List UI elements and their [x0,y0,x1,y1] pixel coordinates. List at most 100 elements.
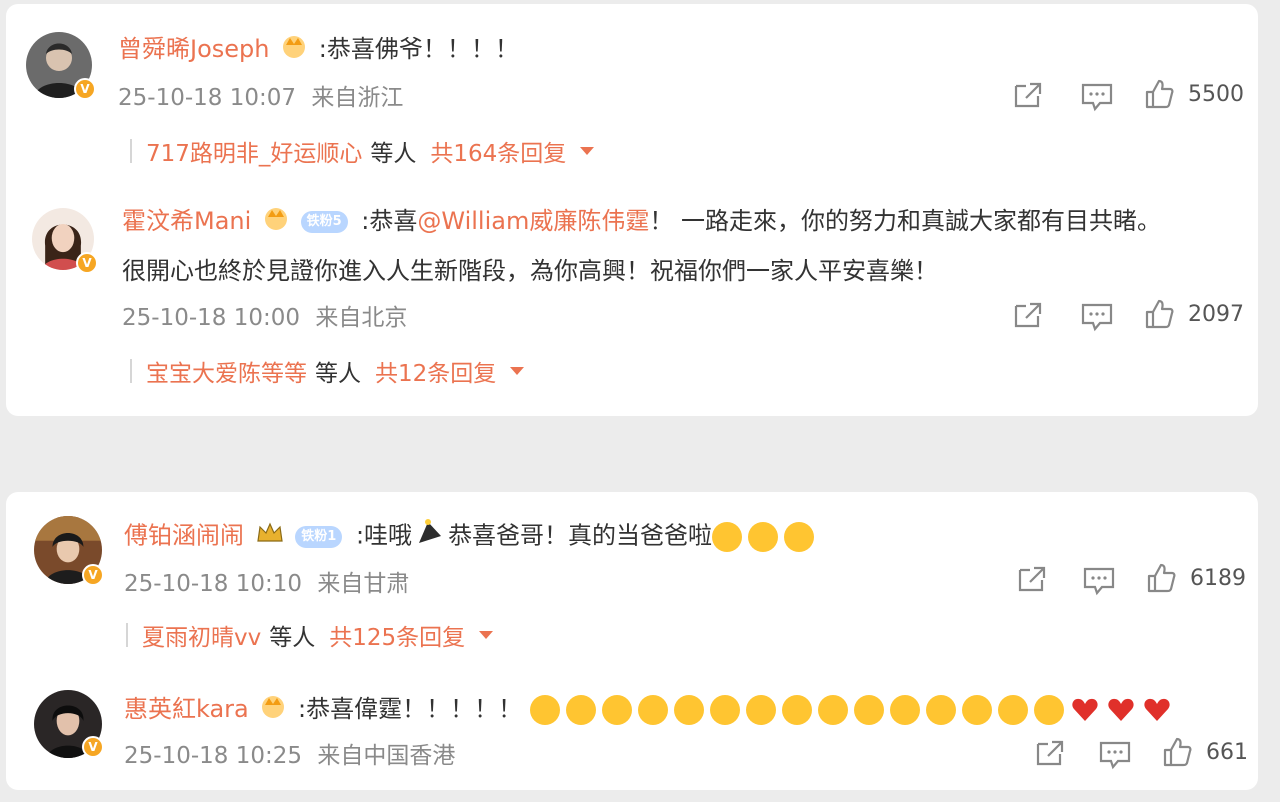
comment-card: V 曾舜晞Joseph :恭喜佛爷！！！！ 25-10-18 10:07 来自浙… [6,4,1258,416]
heart-icon [1142,695,1172,725]
username[interactable]: 曾舜晞Joseph [118,35,269,63]
share-icon [1036,740,1064,766]
reply-middle-text: 等人 [269,625,316,651]
reply-user[interactable]: 宝宝大爱陈等等 [146,354,307,388]
crying-emoji-icon [712,521,743,552]
comment-text: :恭喜 [361,207,418,235]
surprised-emoji-icon [745,695,776,725]
heart-icon [1070,695,1100,725]
share-button[interactable] [1012,300,1046,330]
mention-link[interactable]: @William威廉陈伟霆 [417,207,649,235]
like-icon [1145,79,1174,109]
share-button[interactable] [1034,738,1068,768]
reply-total[interactable]: 共164条回复 [430,134,566,168]
like-button[interactable]: 2097 [1144,298,1244,330]
crown-icon [260,693,286,728]
like-icon [1145,299,1174,329]
share-icon [1014,82,1042,108]
comment-time: 25-10-18 10:25 [124,743,302,769]
share-button[interactable] [1012,80,1046,110]
verified-badge-icon: V [82,736,104,758]
comment-time: 25-10-18 10:07 [118,85,296,111]
comment-location: 来自浙江 [311,85,404,111]
heart-eyes-emoji-icon [673,695,704,725]
crying-emoji-icon [784,521,815,552]
reply-user[interactable]: 717路明非_好运顺心 [146,134,362,168]
like-icon [1147,563,1176,593]
excited-emoji-icon [925,695,956,725]
comment-button[interactable] [1082,566,1116,596]
comment-location: 来自甘肃 [317,571,410,597]
fan-badge: 铁粉5 [300,211,348,233]
like-button[interactable]: 6189 [1146,562,1246,594]
comment-text: ！ 一路走來，你的努力和真誠大家都有目共睹。 [649,207,1161,235]
surprised-emoji-icon [817,695,848,725]
reply-summary[interactable]: 宝宝大爱陈等等 等人 共12条回复 [130,354,525,388]
comment-text: :恭喜佛爷！！！！ [318,35,519,63]
comment-text-line2: 很開心也終於見證你進入人生新階段，為你高興！祝福你們一家人平安喜樂！ [122,257,938,285]
reply-middle-text: 等人 [315,361,361,387]
username[interactable]: 霍汶希Mani [122,207,251,235]
crown-icon [281,33,307,68]
username[interactable]: 惠英紅kara [124,695,249,723]
comment-location: 来自北京 [315,305,408,331]
comment-icon [1083,567,1115,596]
like-count: 2097 [1188,301,1244,327]
verified-badge-icon: V [76,252,98,274]
like-button[interactable]: 661 [1162,736,1248,768]
comment-button[interactable] [1080,82,1114,112]
crying-emoji-icon [529,695,560,725]
like-count: 6189 [1190,565,1246,591]
crown-icon [263,205,289,240]
username[interactable]: 傅铂涵闹闹 [124,522,244,550]
comment-meta: 25-10-18 10:07 来自浙江 [118,78,411,112]
heart-icon [1106,695,1136,725]
crying-emoji-icon [565,695,596,725]
comment-meta: 25-10-18 10:25 来自中国香港 [124,736,463,770]
crying-emoji-icon [601,695,632,725]
fan-badge: 铁粉1 [295,525,343,548]
reply-summary[interactable]: 717路明非_好运顺心 等人 共164条回复 [130,134,595,168]
chevron-down-icon[interactable] [479,631,494,639]
reply-total[interactable]: 共125条回复 [329,618,465,652]
excited-emoji-icon [889,695,920,725]
comment-text: :恭喜偉霆！！！！！ [298,695,523,723]
shocked-emoji-icon [961,695,992,725]
reply-summary[interactable]: 夏雨初晴vv 等人 共125条回复 [126,618,494,652]
shocked-emoji-icon [997,695,1028,725]
like-count: 661 [1206,739,1248,765]
comment-meta: 25-10-18 10:00 来自北京 [122,298,415,332]
excited-emoji-icon [853,695,884,725]
reply-middle-text: 等人 [370,141,417,167]
heart-eyes-emoji-icon [709,695,740,725]
like-count: 5500 [1188,81,1244,107]
comment-button[interactable] [1098,740,1132,770]
comment-card: V 傅铂涵闹闹 铁粉1 :哇哦 恭喜爸哥！真的当爸爸啦 25-10-18 10:1… [6,492,1258,790]
comment-icon [1099,741,1131,770]
share-icon [1018,566,1046,592]
comment-button[interactable] [1080,302,1114,332]
surprised-emoji-icon [781,695,812,725]
verified-badge-icon: V [82,564,104,586]
like-button[interactable]: 5500 [1144,78,1244,110]
shocked-emoji-icon [1033,695,1064,725]
crying-emoji-icon [748,521,779,552]
reply-divider [130,359,132,383]
heart-eyes-emoji-icon [637,695,668,725]
party-hat-icon [416,518,444,555]
crown-icon [256,520,284,554]
comment-meta: 25-10-18 10:10 来自甘肃 [124,564,417,598]
comment-icon [1081,303,1113,332]
like-icon [1163,737,1192,767]
reply-total[interactable]: 共12条回复 [375,354,496,388]
share-button[interactable] [1016,564,1050,594]
verified-badge-icon: V [74,78,96,100]
chevron-down-icon[interactable] [580,147,595,155]
share-icon [1014,302,1042,328]
comment-text: :哇哦 [355,521,413,550]
chevron-down-icon[interactable] [510,367,525,375]
reply-user[interactable]: 夏雨初晴vv [142,618,261,652]
comment-location: 来自中国香港 [317,743,456,769]
comment-icon [1081,83,1113,112]
reply-divider [130,139,132,163]
